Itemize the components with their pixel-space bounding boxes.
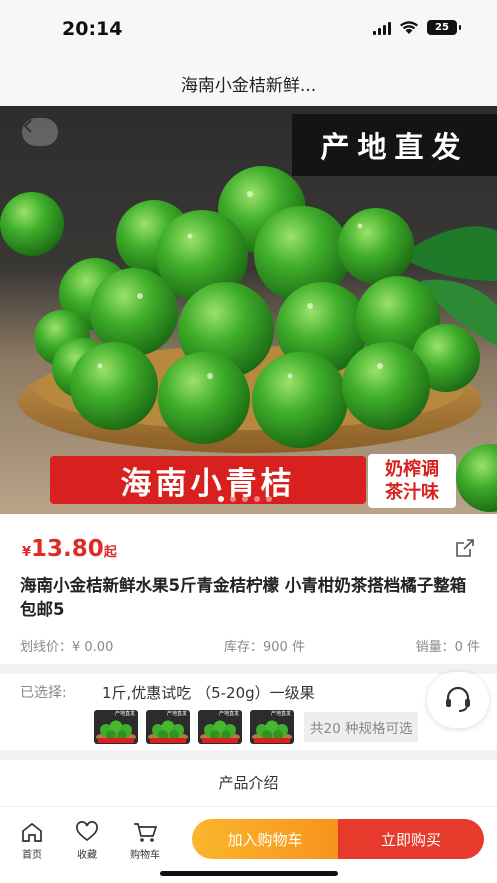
- heart-icon: [76, 821, 98, 842]
- spec-value: 1斤,优惠试吃 （5-20g）一级果: [102, 684, 315, 702]
- price: ¥13.80起: [22, 536, 117, 562]
- carousel-dot[interactable]: [218, 496, 224, 502]
- spec-count-button[interactable]: 共20 种规格可选: [304, 712, 419, 742]
- share-icon[interactable]: [453, 536, 477, 560]
- home-icon: [22, 822, 42, 842]
- banner-side-line2: 茶汁味: [385, 482, 439, 503]
- carousel-dots: [218, 496, 272, 502]
- home-indicator: [160, 871, 338, 876]
- thumb-caption: 产地直发: [218, 711, 239, 717]
- price-value: 13.80: [31, 536, 104, 562]
- carousel-dot[interactable]: [242, 496, 248, 502]
- tab-cart[interactable]: 购物车: [121, 821, 169, 861]
- product-intro-section: 产品介绍: [0, 760, 497, 806]
- intro-title: 产品介绍: [218, 774, 279, 792]
- product-stats: 划线价：¥ 0.00 库存：900 件 销量：0 件: [20, 636, 480, 655]
- spec-thumbnails: 产地直发 产地直发 产地直发 产地直发: [94, 710, 294, 744]
- hero-banner-side: 奶榨调 茶汁味: [368, 454, 456, 508]
- hero-banner: 海南小青桔: [50, 456, 366, 504]
- sales-count: 销量：0 件: [415, 640, 480, 655]
- tab-favorite[interactable]: 收藏: [63, 821, 111, 861]
- status-icons: 25: [373, 20, 461, 35]
- tab-cart-label: 购物车: [130, 850, 160, 861]
- tab-favorite-label: 收藏: [77, 850, 97, 861]
- tab-home[interactable]: 首页: [8, 821, 56, 861]
- list-price: 划线价：¥ 0.00: [20, 640, 114, 655]
- spec-thumbnail[interactable]: 产地直发: [94, 710, 138, 744]
- thumb-caption: 产地直发: [114, 711, 135, 717]
- product-info-card: ¥13.80起 海南小金桔新鲜水果5斤青金桔柠檬 小青柑奶茶搭档橘子整箱包邮5 …: [0, 514, 497, 664]
- chevron-left-icon: [23, 119, 32, 133]
- nav-bar: 海南小金桔新鲜...: [0, 60, 497, 106]
- status-time: 20:14: [62, 18, 123, 40]
- product-title: 海南小金桔新鲜水果5斤青金桔柠檬 小青柑奶茶搭档橘子整箱包邮5: [20, 576, 467, 619]
- product-image-carousel[interactable]: 产地直发 海南小青桔 奶榨调 茶汁味: [0, 106, 497, 514]
- buy-now-button[interactable]: 立即购买: [338, 819, 484, 859]
- spec-thumbnail[interactable]: 产地直发: [198, 710, 242, 744]
- customer-service-button[interactable]: [427, 672, 489, 728]
- carousel-dot[interactable]: [266, 496, 272, 502]
- wifi-icon: [400, 21, 418, 34]
- tab-home-label: 首页: [22, 850, 42, 861]
- bottom-action-bar: 首页 收藏 购物车 加入购物车 立即购买: [0, 806, 497, 883]
- thumb-caption: 产地直发: [270, 711, 291, 717]
- spec-thumbnail[interactable]: 产地直发: [250, 710, 294, 744]
- status-bar: 20:14 25: [0, 0, 497, 60]
- stock-count: 库存：900 件: [224, 640, 305, 655]
- cart-icon: [134, 823, 158, 842]
- spec-label: 已选择:: [20, 685, 67, 701]
- add-to-cart-button[interactable]: 加入购物车: [192, 819, 338, 859]
- signal-icon: [373, 21, 391, 35]
- headset-icon: [446, 686, 470, 712]
- banner-side-line1: 奶榨调: [385, 459, 439, 480]
- page-title: 海南小金桔新鲜...: [180, 75, 317, 96]
- price-suffix: 起: [103, 545, 117, 560]
- origin-badge: 产地直发: [292, 114, 497, 176]
- battery-icon: 25: [427, 20, 461, 35]
- spec-selector[interactable]: 已选择: 1斤,优惠试吃 （5-20g）一级果 产地直发 产地直发 产地直发 产…: [0, 674, 497, 750]
- price-currency: ¥: [22, 545, 32, 560]
- carousel-dot[interactable]: [254, 496, 260, 502]
- spec-thumbnail[interactable]: 产地直发: [146, 710, 190, 744]
- back-button[interactable]: [22, 118, 58, 146]
- thumb-caption: 产地直发: [166, 711, 187, 717]
- carousel-dot[interactable]: [230, 496, 236, 502]
